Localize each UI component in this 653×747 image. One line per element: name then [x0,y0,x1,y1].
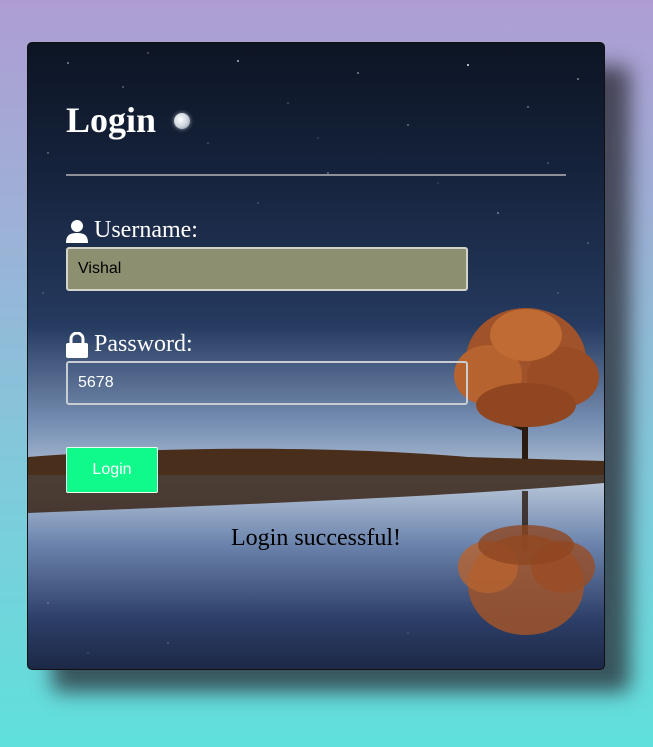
username-input[interactable] [66,247,468,291]
password-label-text: Password: [94,331,193,357]
tree-illustration [454,308,599,635]
user-icon [66,219,88,243]
username-label-text: Username: [94,217,198,243]
password-input[interactable] [66,361,468,405]
login-card: Login Username: Password: Login Login su… [27,42,605,670]
status-message: Login successful! [231,525,401,551]
login-button[interactable]: Login [66,447,158,493]
lock-icon [66,331,88,358]
page-title: Login [66,100,157,140]
password-label: Password: [66,331,193,358]
username-label: Username: [66,217,198,244]
moon-icon [174,113,190,129]
title-divider [66,174,566,176]
